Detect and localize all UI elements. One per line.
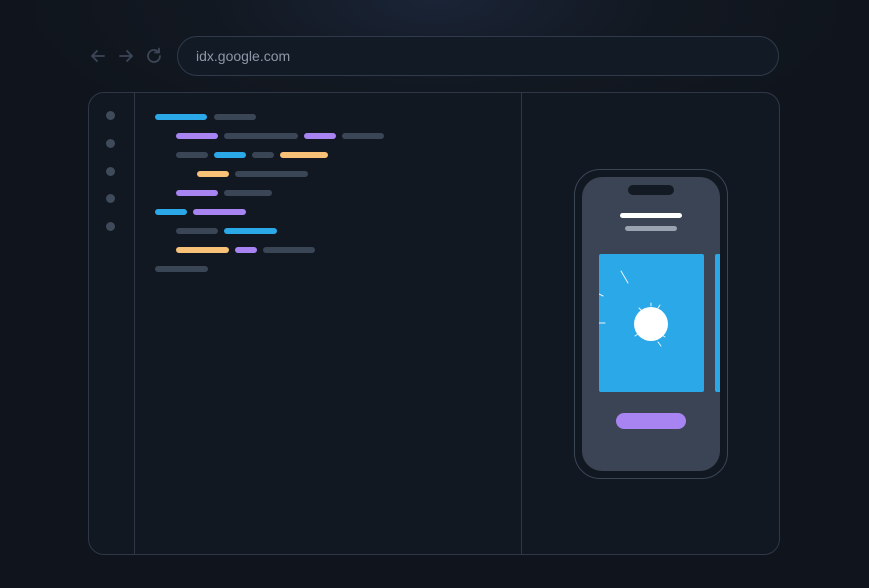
code-token xyxy=(155,114,207,120)
editor-gutter xyxy=(89,93,135,554)
app-title-placeholder xyxy=(620,213,682,218)
gutter-marker[interactable] xyxy=(106,194,115,203)
gutter-marker[interactable] xyxy=(106,111,115,120)
code-token xyxy=(224,190,272,196)
code-token xyxy=(214,114,256,120)
code-token xyxy=(193,209,246,215)
code-token xyxy=(176,228,218,234)
code-token xyxy=(176,190,218,196)
forward-arrow-icon[interactable] xyxy=(115,45,137,67)
code-token xyxy=(176,247,229,253)
phone-notch xyxy=(628,185,674,195)
phone-frame xyxy=(574,169,728,479)
code-token xyxy=(155,209,187,215)
address-bar[interactable]: idx.google.com xyxy=(177,36,779,76)
app-subtitle-placeholder xyxy=(625,226,677,231)
back-arrow-icon[interactable] xyxy=(87,45,109,67)
sparkle-circle-icon xyxy=(599,270,668,347)
image-card[interactable] xyxy=(599,254,704,392)
code-token xyxy=(197,171,229,177)
ide-window xyxy=(88,92,780,555)
code-token xyxy=(155,266,208,272)
code-token xyxy=(235,171,308,177)
phone-screen xyxy=(582,177,720,471)
code-token xyxy=(342,133,384,139)
reload-icon[interactable] xyxy=(143,45,165,67)
code-token xyxy=(304,133,336,139)
next-card-peek[interactable] xyxy=(715,254,720,392)
code-token xyxy=(176,152,208,158)
code-token xyxy=(214,152,246,158)
code-token xyxy=(263,247,315,253)
code-token xyxy=(176,133,218,139)
gutter-marker[interactable] xyxy=(106,222,115,231)
pane-divider[interactable] xyxy=(521,93,522,554)
url-text: idx.google.com xyxy=(196,48,291,64)
gutter-marker[interactable] xyxy=(106,139,115,148)
primary-action-button[interactable] xyxy=(616,413,686,429)
code-token xyxy=(280,152,328,158)
code-token xyxy=(235,247,257,253)
code-token xyxy=(252,152,274,158)
code-token xyxy=(224,133,298,139)
gutter-marker[interactable] xyxy=(106,167,115,176)
code-token xyxy=(224,228,277,234)
